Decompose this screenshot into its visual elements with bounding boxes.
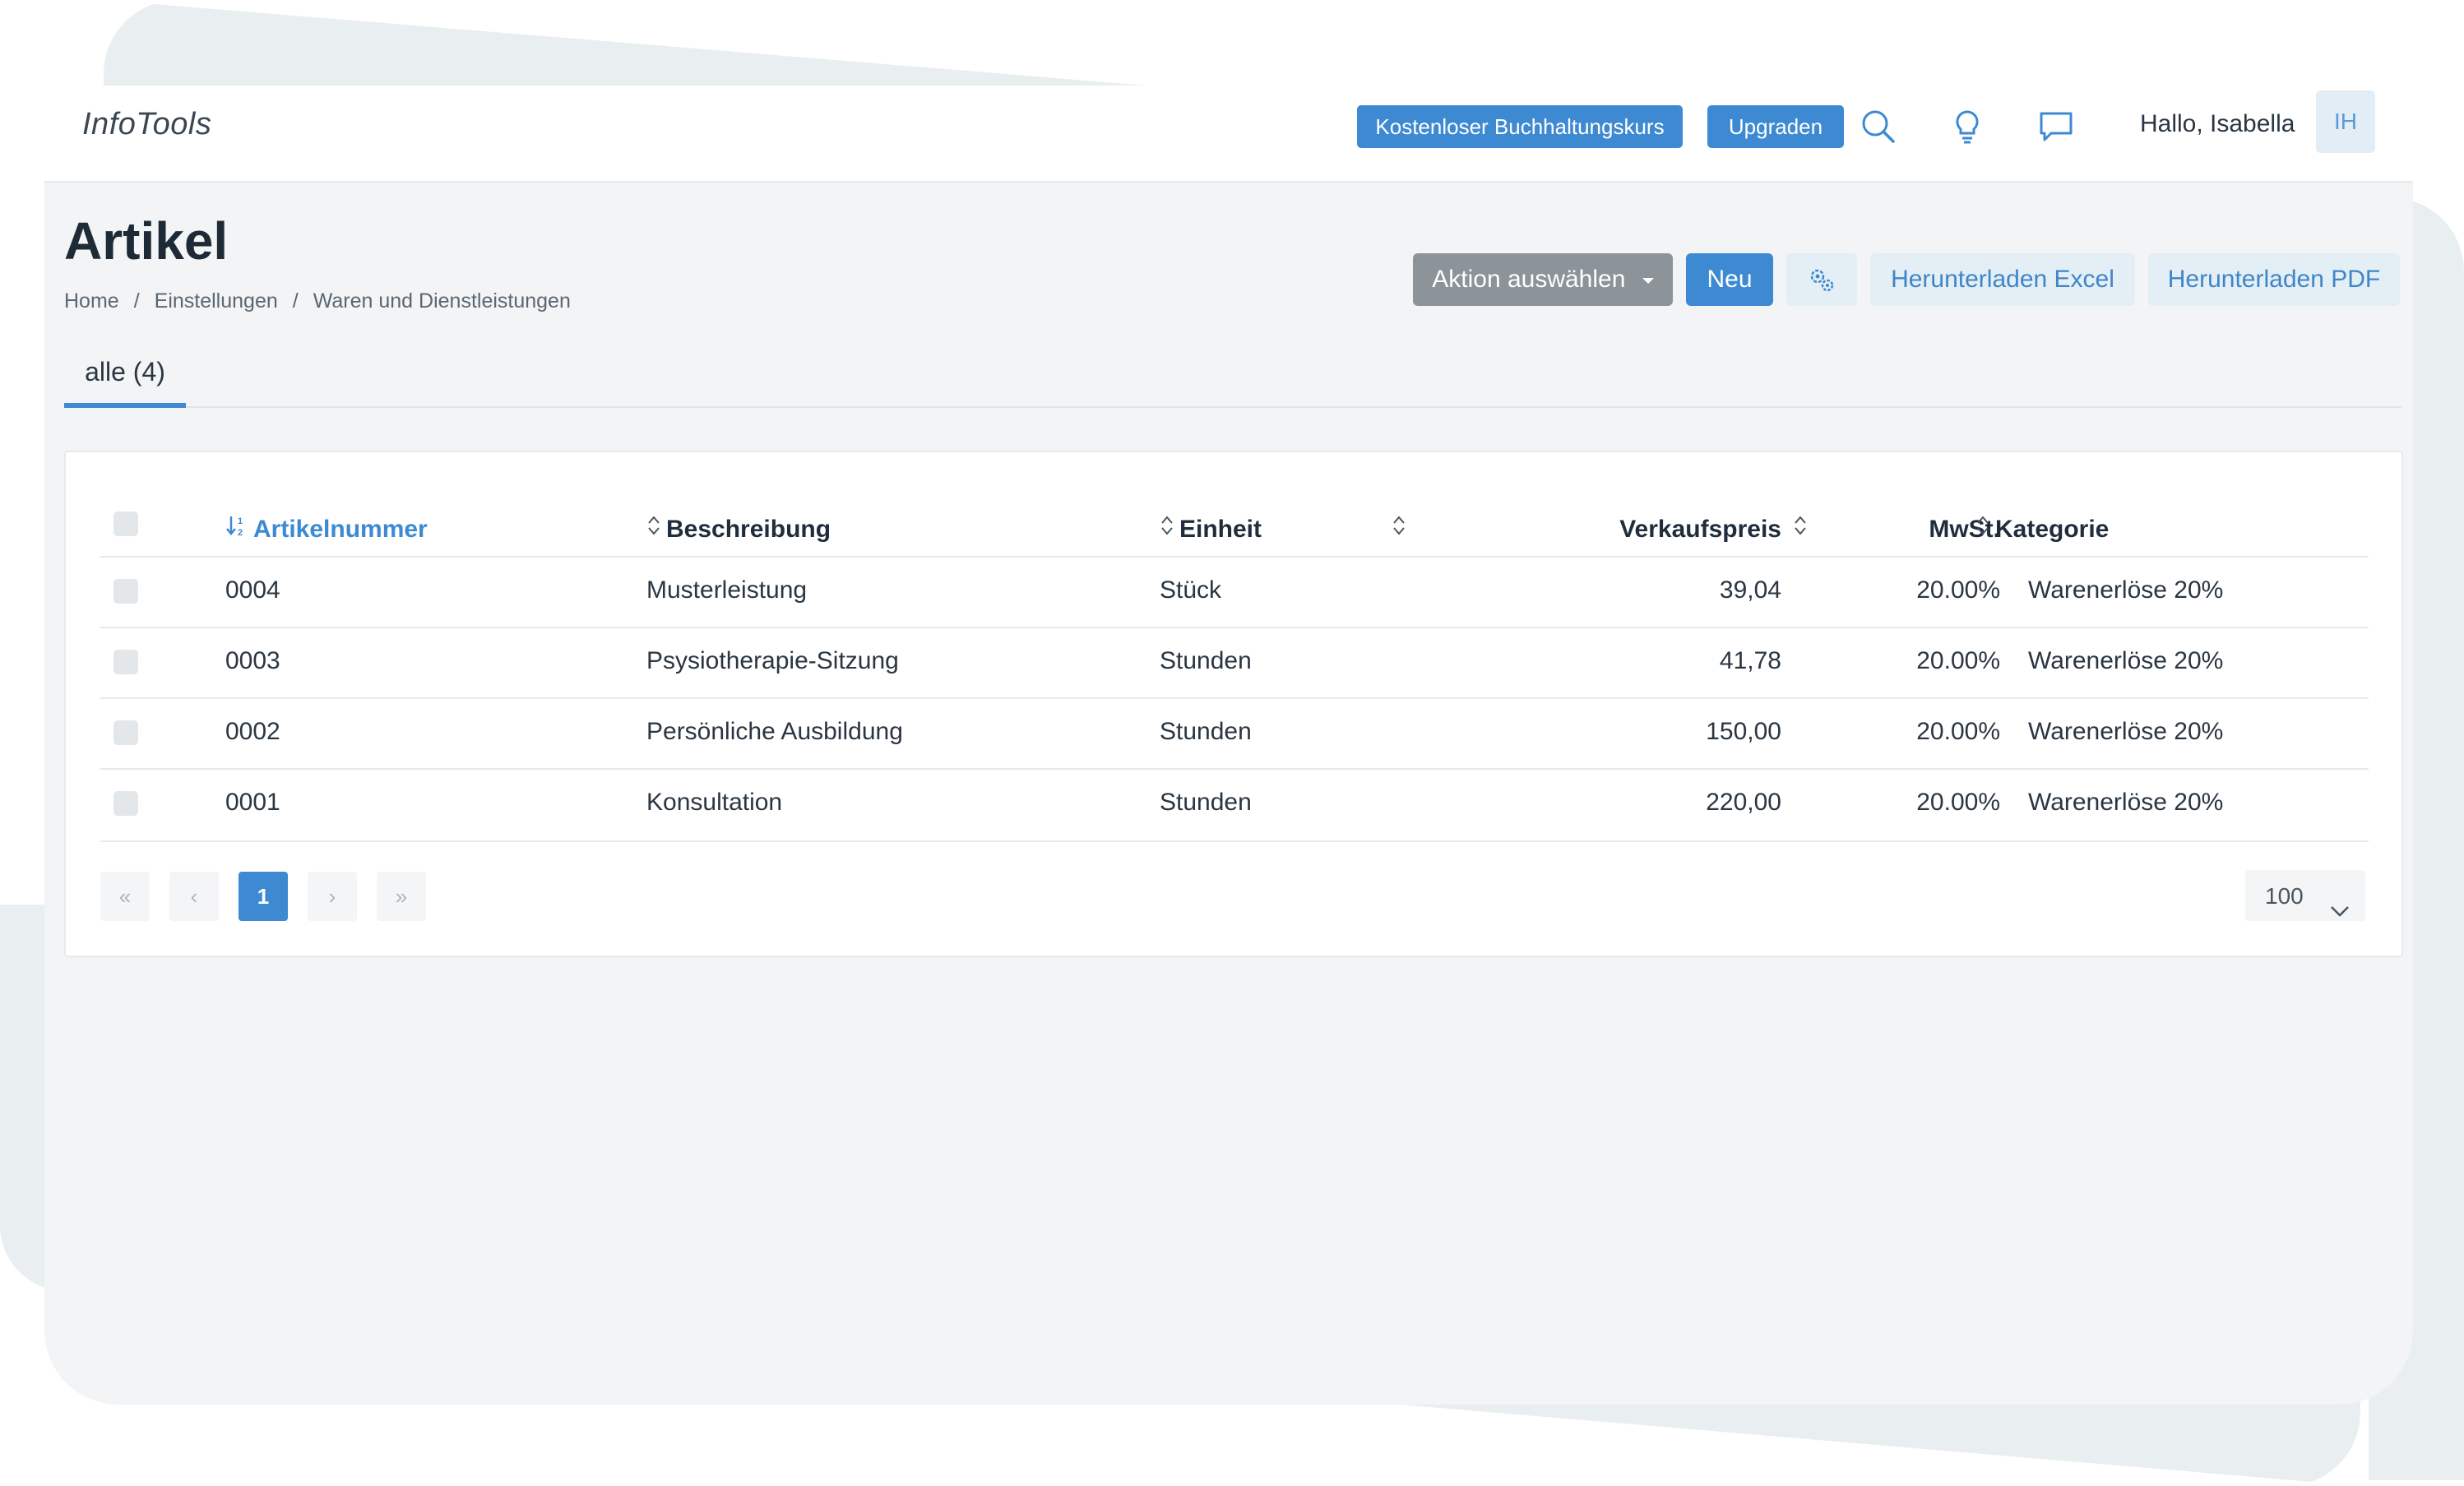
cell-number[interactable]: 0004 (225, 558, 280, 628)
select-action-label: Aktion auswählen (1432, 266, 1626, 293)
cell-price: 39,04 (1719, 576, 1781, 604)
svg-text:1: 1 (238, 516, 243, 526)
column-header-number[interactable]: 12 Artikelnummer (225, 512, 428, 548)
row-checkbox[interactable] (113, 650, 138, 674)
page-title: Artikel (64, 211, 229, 271)
table-row[interactable]: 0003 Psysiotherapie-Sitzung Stunden 41,7… (100, 627, 2369, 699)
gears-icon (1805, 266, 1838, 293)
row-checkbox[interactable] (113, 579, 138, 604)
table-row[interactable]: 0001 Konsultation Stunden 220,00 20.00% … (100, 768, 2369, 842)
settings-button[interactable] (1786, 253, 1857, 306)
cell-unit: Stunden (1160, 647, 1252, 674)
table-row[interactable]: 0002 Persönliche Ausbildung Stunden 150,… (100, 697, 2369, 770)
cell-category: Warenerlöse 20% (2028, 718, 2224, 745)
cell-number[interactable]: 0001 (225, 770, 280, 840)
cell-category: Warenerlöse 20% (2028, 647, 2224, 674)
app-logo[interactable]: InfoTools (82, 107, 211, 142)
pager-page-button[interactable]: 1 (239, 872, 288, 921)
cell-description: Musterleistung (646, 576, 808, 604)
pager-prev-button[interactable]: ‹ (169, 872, 219, 921)
sort-icon (1160, 512, 1174, 549)
sort-icon (1975, 512, 1990, 549)
cell-description: Persönliche Ausbildung (646, 718, 903, 745)
lightbulb-icon[interactable] (1946, 105, 1989, 148)
row-checkbox[interactable] (113, 720, 138, 745)
column-unit-label: Einheit (1179, 516, 1262, 543)
breadcrumb-settings[interactable]: Einstellungen (155, 289, 278, 312)
svg-text:2: 2 (238, 528, 243, 538)
new-button[interactable]: Neu (1686, 253, 1773, 306)
sort-icon (1793, 512, 1808, 549)
app-window: InfoTools Kostenloser Buchhaltungskurs U… (44, 86, 2413, 1405)
column-category-label: Kategorie (1995, 516, 2110, 543)
sort-icon (1392, 512, 1406, 549)
chevron-down-icon (2329, 887, 2351, 939)
cell-vat: 20.00% (1916, 647, 2000, 674)
column-description-label: Beschreibung (666, 516, 831, 543)
pager-first-button[interactable]: « (100, 872, 150, 921)
cell-vat: 20.00% (1916, 789, 2000, 816)
breadcrumb-separator: / (133, 289, 140, 312)
select-action-dropdown[interactable]: Aktion auswählen (1413, 253, 1673, 306)
cell-price: 220,00 (1706, 789, 1781, 816)
tab-all[interactable]: alle (4) (64, 349, 186, 408)
pager-last-button[interactable]: » (377, 872, 426, 921)
cell-description: Psysiotherapie-Sitzung (646, 647, 899, 674)
cell-number[interactable]: 0003 (225, 628, 280, 699)
download-pdf-button[interactable]: Herunterladen PDF (2148, 253, 2400, 306)
column-header-price[interactable]: Verkaufspreis (1538, 512, 1781, 548)
avatar[interactable]: IH (2316, 90, 2375, 153)
row-checkbox[interactable] (113, 791, 138, 816)
page-size-select[interactable]: 100 (2245, 870, 2365, 921)
free-course-button[interactable]: Kostenloser Buchhaltungskurs (1357, 105, 1683, 148)
cell-unit: Stück (1160, 576, 1222, 604)
caret-down-icon (1642, 277, 1654, 284)
cell-number[interactable]: 0002 (225, 699, 280, 770)
cell-vat: 20.00% (1916, 718, 2000, 745)
column-header-price-sort[interactable] (1392, 512, 1411, 548)
top-bar: InfoTools Kostenloser Buchhaltungskurs U… (44, 86, 2413, 183)
table-row[interactable]: 0004 Musterleistung Stück 39,04 20.00% W… (100, 556, 2369, 628)
cell-price: 150,00 (1706, 718, 1781, 745)
column-header-vat-sort[interactable] (1793, 512, 1813, 548)
download-excel-button[interactable]: Herunterladen Excel (1870, 253, 2135, 306)
tab-bar: alle (4) (64, 349, 2401, 408)
breadcrumb: Home / Einstellungen / Waren und Dienstleist… (64, 289, 571, 313)
table-panel: 12 Artikelnummer Beschreibung Einheit Ve… (64, 451, 2403, 957)
cell-description: Konsultation (646, 789, 783, 816)
user-greeting: Hallo, Isabella (2140, 110, 2295, 137)
sort-ascending-icon: 12 (225, 512, 248, 549)
cell-unit: Stunden (1160, 789, 1252, 816)
cell-price: 41,78 (1719, 647, 1781, 674)
cell-category: Warenerlöse 20% (2028, 789, 2224, 816)
breadcrumb-current: Waren und Dienstleistungen (313, 289, 571, 312)
column-header-unit[interactable]: Einheit (1160, 512, 1262, 548)
column-number-label: Artikelnummer (253, 516, 428, 543)
column-header-description[interactable]: Beschreibung (646, 512, 831, 548)
cell-category: Warenerlöse 20% (2028, 576, 2224, 604)
cell-vat: 20.00% (1916, 576, 2000, 604)
breadcrumb-home[interactable]: Home (64, 289, 119, 312)
pager-next-button[interactable]: › (308, 872, 357, 921)
search-icon[interactable] (1857, 105, 1900, 148)
sort-icon (646, 512, 661, 549)
column-header-category[interactable]: Kategorie (1975, 512, 2109, 548)
cell-unit: Stunden (1160, 718, 1252, 745)
chat-icon[interactable] (2035, 105, 2077, 148)
breadcrumb-separator: / (292, 289, 299, 312)
page-size-value: 100 (2265, 883, 2304, 909)
upgrade-button[interactable]: Upgraden (1707, 105, 1844, 148)
select-all-checkbox[interactable] (113, 512, 138, 536)
